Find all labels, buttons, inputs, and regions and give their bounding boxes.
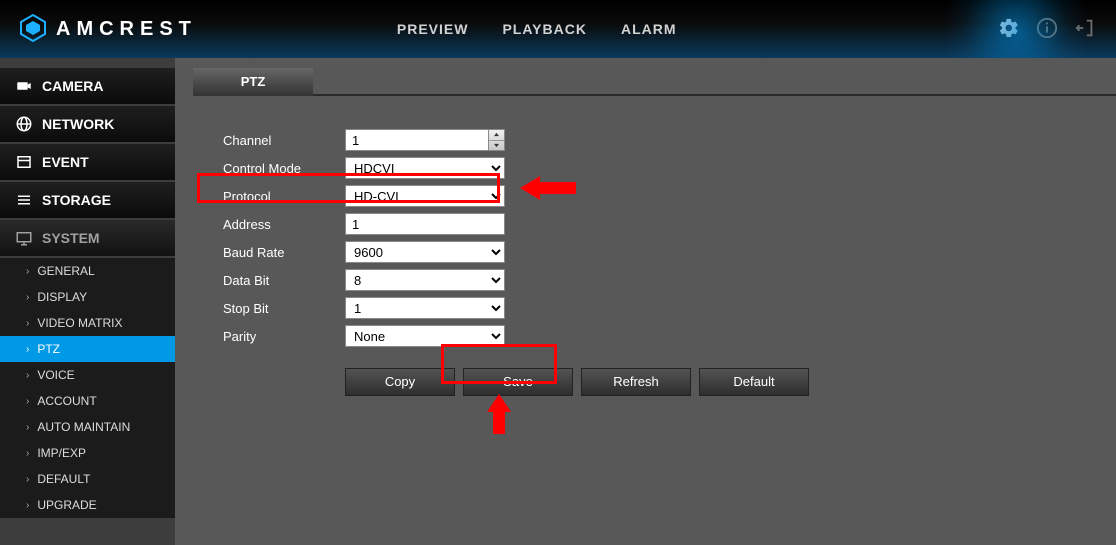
sidebar-label: NETWORK (42, 116, 114, 132)
copy-button[interactable]: Copy (345, 368, 455, 396)
label-baud: Baud Rate (223, 245, 345, 260)
label-control-mode: Control Mode (223, 161, 345, 176)
sidebar-label: STORAGE (42, 192, 111, 208)
label-stop-bit: Stop Bit (223, 301, 345, 316)
sub-item-upgrade[interactable]: ›UPGRADE (0, 492, 175, 518)
nav-tab-playback[interactable]: PLAYBACK (502, 21, 587, 37)
label-parity: Parity (223, 329, 345, 344)
nav-tab-preview[interactable]: PREVIEW (397, 21, 469, 37)
system-submenu: ›GENERAL ›DISPLAY ›VIDEO MATRIX ›PTZ ›VO… (0, 258, 175, 518)
data-bit-select[interactable]: 8 (345, 269, 505, 291)
stop-bit-select[interactable]: 1 (345, 297, 505, 319)
protocol-select[interactable]: HD-CVI (345, 185, 505, 207)
baud-rate-select[interactable]: 9600 (345, 241, 505, 263)
sub-item-voice[interactable]: ›VOICE (0, 362, 175, 388)
sidebar-item-storage[interactable]: STORAGE (0, 182, 175, 218)
sidebar-label: EVENT (42, 154, 89, 170)
save-button[interactable]: Save (463, 368, 573, 396)
default-button[interactable]: Default (699, 368, 809, 396)
channel-input[interactable] (345, 129, 489, 151)
channel-spinner[interactable] (489, 129, 505, 151)
top-bar: AMCREST PREVIEW PLAYBACK ALARM (0, 0, 1116, 58)
sidebar-item-network[interactable]: NETWORK (0, 106, 175, 142)
address-input[interactable] (345, 213, 505, 235)
sub-item-general[interactable]: ›GENERAL (0, 258, 175, 284)
network-icon (12, 115, 36, 133)
sidebar-label: SYSTEM (42, 230, 100, 246)
spin-down-icon[interactable] (489, 141, 504, 151)
brand-text: AMCREST (56, 18, 197, 41)
sidebar: CAMERA NETWORK EVENT STORAGE SYSTEM (0, 58, 175, 545)
nav-tabs: PREVIEW PLAYBACK ALARM (397, 21, 677, 37)
sub-item-imp-exp[interactable]: ›IMP/EXP (0, 440, 175, 466)
logout-icon[interactable] (1074, 17, 1096, 42)
parity-select[interactable]: None (345, 325, 505, 347)
sub-item-auto-maintain[interactable]: ›AUTO MAINTAIN (0, 414, 175, 440)
content-tab-ptz[interactable]: PTZ (193, 68, 313, 96)
label-data-bit: Data Bit (223, 273, 345, 288)
sub-item-video-matrix[interactable]: ›VIDEO MATRIX (0, 310, 175, 336)
storage-icon (12, 191, 36, 209)
event-icon (12, 153, 36, 171)
label-address: Address (223, 217, 345, 232)
spin-up-icon[interactable] (489, 130, 504, 141)
content-pane: PTZ Channel Control Mode HDCVI Protocol … (175, 58, 1116, 545)
nav-icons (998, 17, 1096, 42)
sidebar-item-system[interactable]: SYSTEM (0, 220, 175, 256)
content-tabs: PTZ (193, 68, 1116, 96)
system-icon (12, 229, 36, 247)
sub-item-ptz[interactable]: ›PTZ (0, 336, 175, 362)
brand: AMCREST (18, 13, 197, 46)
refresh-button[interactable]: Refresh (581, 368, 691, 396)
sidebar-item-camera[interactable]: CAMERA (0, 68, 175, 104)
camera-icon (12, 77, 36, 95)
info-icon[interactable] (1036, 17, 1058, 42)
sidebar-item-event[interactable]: EVENT (0, 144, 175, 180)
settings-icon[interactable] (998, 17, 1020, 42)
ptz-form: Channel Control Mode HDCVI Protocol HD-C… (193, 96, 1116, 396)
label-protocol: Protocol (223, 189, 345, 204)
sub-item-default[interactable]: ›DEFAULT (0, 466, 175, 492)
control-mode-select[interactable]: HDCVI (345, 157, 505, 179)
sub-item-account[interactable]: ›ACCOUNT (0, 388, 175, 414)
annotation-arrow-save (484, 394, 514, 437)
nav-tab-alarm[interactable]: ALARM (621, 21, 677, 37)
sidebar-label: CAMERA (42, 78, 103, 94)
logo-icon (18, 13, 48, 46)
label-channel: Channel (223, 133, 345, 148)
sub-item-display[interactable]: ›DISPLAY (0, 284, 175, 310)
